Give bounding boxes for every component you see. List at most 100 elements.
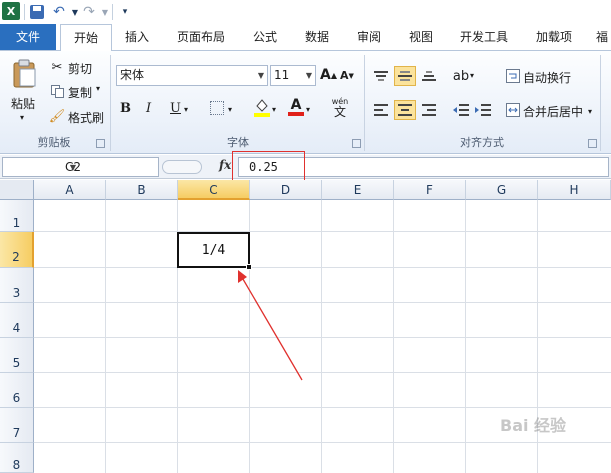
column-header[interactable]: G	[466, 180, 538, 200]
copy-dropdown-icon[interactable]: ▾	[96, 84, 100, 93]
save-icon[interactable]	[28, 3, 46, 21]
group-separator	[364, 55, 365, 151]
font-group-label: 字体	[227, 136, 249, 149]
align-left-icon[interactable]	[372, 101, 390, 119]
align-right-icon[interactable]	[420, 101, 438, 119]
copy-icon[interactable]	[50, 84, 64, 98]
quick-access-toolbar: X ↶ ▼ ↷ ▼ ▾	[0, 0, 611, 24]
paste-dropdown-icon[interactable]: ▾	[20, 113, 24, 122]
font-color-dropdown-icon[interactable]: ▾	[306, 105, 310, 114]
tab-formulas[interactable]: 公式	[242, 24, 288, 50]
formula-bar: C2 ▼ fx 0.25	[0, 155, 611, 179]
align-middle-icon[interactable]	[394, 66, 416, 86]
gridline	[34, 302, 611, 303]
cut-button-label[interactable]: 剪切	[68, 60, 92, 77]
merge-dropdown-icon[interactable]: ▾	[588, 107, 592, 116]
orientation-icon[interactable]: ab	[452, 67, 470, 85]
font-launcher-icon[interactable]	[352, 139, 361, 148]
excel-logo-icon[interactable]: X	[2, 2, 20, 20]
align-top-icon[interactable]	[372, 67, 390, 85]
bold-button[interactable]: B	[120, 101, 131, 116]
tab-add-ins[interactable]: 加载项	[524, 24, 584, 50]
column-header[interactable]: B	[106, 180, 178, 200]
format-painter-label[interactable]: 格式刷	[68, 109, 104, 126]
font-size-combobox[interactable]: 11 ▼	[270, 65, 316, 86]
column-header[interactable]: A	[34, 180, 106, 200]
grow-font-icon[interactable]: A ▲	[320, 67, 337, 83]
tab-developer[interactable]: 开发工具	[452, 24, 516, 50]
borders-dropdown-icon[interactable]: ▾	[228, 105, 232, 114]
gridline	[34, 407, 611, 408]
clipboard-launcher-icon[interactable]	[96, 139, 105, 148]
column-header[interactable]: D	[250, 180, 322, 200]
shrink-font-icon[interactable]: A ▼	[340, 69, 354, 82]
row-header[interactable]: 8	[0, 443, 34, 473]
tab-data[interactable]: 数据	[294, 24, 340, 50]
borders-icon[interactable]	[210, 101, 224, 115]
wrap-text-icon[interactable]	[505, 68, 521, 84]
paste-button-label[interactable]: 粘贴	[11, 95, 35, 112]
alignment-group-label: 对齐方式	[460, 136, 504, 149]
merge-center-icon[interactable]	[505, 102, 521, 118]
select-all-corner[interactable]	[0, 180, 34, 200]
row-header[interactable]: 6	[0, 373, 34, 408]
annotation-highlight-box	[232, 151, 305, 183]
font-color-icon[interactable]: A	[288, 97, 304, 117]
row-header[interactable]: 4	[0, 303, 34, 338]
row-header[interactable]: 1	[0, 200, 34, 232]
align-center-icon[interactable]	[394, 100, 416, 120]
orientation-dropdown-icon[interactable]: ▾	[470, 71, 474, 80]
tab-view[interactable]: 视图	[398, 24, 444, 50]
cut-icon[interactable]: ✂	[50, 60, 64, 75]
gridline	[34, 372, 611, 373]
tab-review[interactable]: 审阅	[346, 24, 392, 50]
formula-bar-splitter[interactable]	[162, 160, 202, 174]
row-header[interactable]: 5	[0, 338, 34, 373]
chevron-down-icon[interactable]: ▼	[306, 66, 312, 85]
tab-file[interactable]: 文件	[0, 24, 56, 50]
underline-dropdown-icon[interactable]: ▾	[184, 105, 188, 114]
insert-function-icon[interactable]: fx	[219, 158, 231, 172]
copy-button-label[interactable]: 复制	[68, 84, 92, 101]
annotation-arrow	[238, 270, 303, 381]
font-name-combobox[interactable]: 宋体 ▼	[116, 65, 268, 86]
column-header[interactable]: F	[394, 180, 466, 200]
chevron-down-icon[interactable]: ▼	[3, 163, 143, 172]
column-header[interactable]: E	[322, 180, 394, 200]
gridline	[34, 231, 611, 232]
phonetic-guide-icon[interactable]: wén 文	[328, 95, 352, 119]
italic-button[interactable]: I	[146, 101, 151, 116]
fill-color-icon[interactable]	[254, 97, 270, 117]
merge-center-label[interactable]: 合并后居中	[523, 103, 583, 120]
row-header-selected[interactable]: 2	[0, 232, 34, 268]
column-header-selected[interactable]: C	[178, 180, 250, 200]
format-painter-icon[interactable]: 🖌	[49, 109, 66, 124]
active-cell-c2[interactable]: 1/4	[177, 232, 250, 268]
column-header[interactable]: H	[538, 180, 611, 200]
wrap-text-label[interactable]: 自动换行	[523, 69, 571, 86]
paste-icon[interactable]	[10, 57, 40, 89]
fill-color-dropdown-icon[interactable]: ▾	[272, 105, 276, 114]
row-header[interactable]: 3	[0, 268, 34, 303]
underline-button[interactable]: U	[170, 101, 181, 116]
worksheet-grid[interactable]: A B C D E F G H 1 2 3 4 5 6 7 8 1/4 Bai …	[0, 180, 611, 473]
chevron-down-icon[interactable]: ▼	[258, 66, 264, 85]
tab-insert[interactable]: 插入	[114, 24, 160, 50]
ribbon-tabs: 文件 开始 插入 页面布局 公式 数据 审阅 视图 开发工具 加载项 福	[0, 24, 611, 51]
decrease-indent-icon[interactable]	[452, 101, 470, 119]
customize-qat-icon[interactable]: ▾	[116, 3, 134, 21]
cell-c2-value: 1/4	[201, 243, 226, 258]
tab-home[interactable]: 开始	[60, 24, 112, 51]
excel-window: X ↶ ▼ ↷ ▼ ▾ 文件 开始 插入 页面布局 公式 数据 审阅 视图 开发…	[0, 0, 611, 473]
alignment-launcher-icon[interactable]	[588, 139, 597, 148]
tab-more[interactable]: 福	[592, 24, 611, 50]
gridline	[34, 337, 611, 338]
row-header[interactable]: 7	[0, 408, 34, 443]
name-box[interactable]: C2 ▼	[2, 157, 159, 177]
align-bottom-icon[interactable]	[420, 67, 438, 85]
tab-page-layout[interactable]: 页面布局	[168, 24, 234, 50]
increase-indent-icon[interactable]	[474, 101, 492, 119]
ribbon-home: 粘贴 ▾ ✂ 剪切 复制 ▾ 🖌 格式刷 剪贴板 宋体 ▼ 11 ▼ A ▲ A ▼…	[0, 50, 611, 154]
watermark: Bai 经验	[500, 416, 567, 435]
group-separator	[600, 55, 601, 151]
